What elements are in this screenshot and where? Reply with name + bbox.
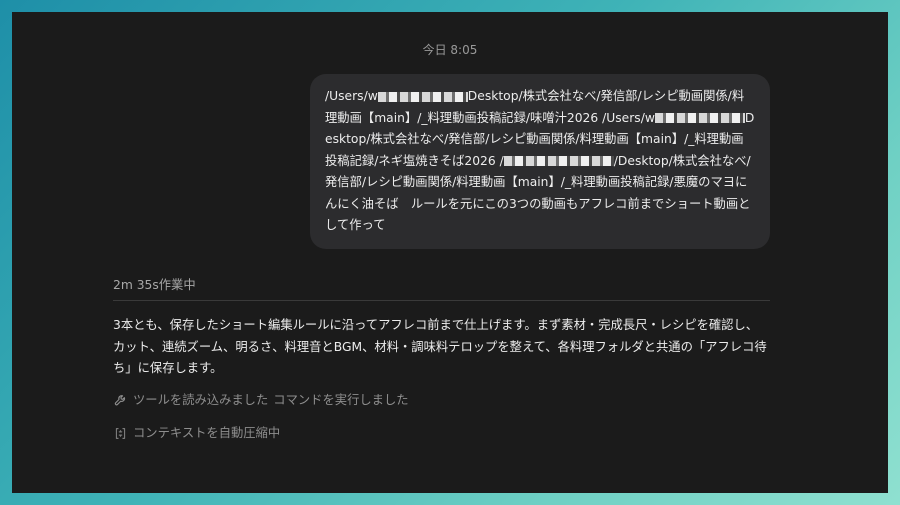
message-timestamp: 今日 8:05 xyxy=(422,43,478,57)
tools-loaded-label: ツールを読み込みました xyxy=(133,393,269,407)
compress-icon xyxy=(113,426,127,440)
working-status: 2m 35s作業中 xyxy=(113,278,196,292)
assistant-message: 3本とも、保存したショート編集ルールに沿ってアフレコ前まで仕上げます。まず素材・… xyxy=(113,318,767,375)
redacted-username xyxy=(654,113,745,123)
context-compress-row[interactable]: コンテキストを自動圧縮中 xyxy=(113,425,280,441)
wrench-icon xyxy=(113,393,127,407)
chat-window: 今日 8:05 /Users/w Desktop/株式会社なべ/発信部/レシピ動画… xyxy=(12,12,888,493)
divider xyxy=(113,300,770,301)
tool-activity-row[interactable]: ツールを読み込みました コマンドを実行しました xyxy=(113,392,409,408)
context-compress-label: コンテキストを自動圧縮中 xyxy=(133,426,281,440)
redacted-username xyxy=(377,91,468,102)
user-message-bubble: /Users/w Desktop/株式会社なべ/発信部/レシピ動画関係/料理動画【… xyxy=(310,74,770,249)
redacted-username xyxy=(503,156,614,166)
command-executed-label: コマンドを実行しました xyxy=(273,393,409,407)
user-message-text-1: /Users/w xyxy=(325,89,378,103)
